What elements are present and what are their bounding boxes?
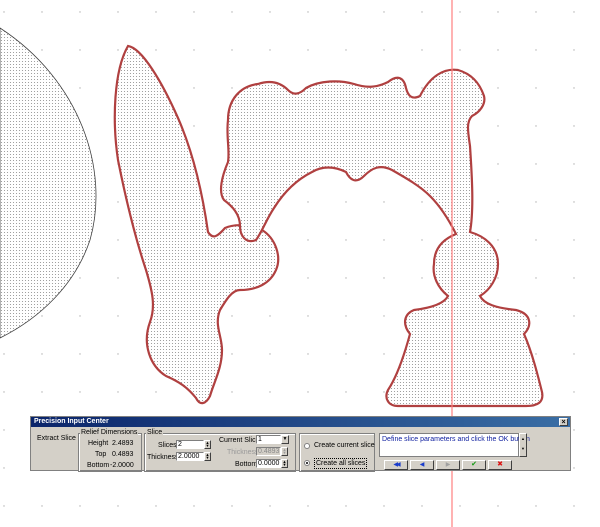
current-thickness-input: 0.4893 bbox=[256, 447, 281, 456]
height-value: 2.4893 bbox=[112, 440, 134, 447]
current-thickness-label: Thickness bbox=[227, 449, 259, 456]
current-slice-label: Current Slice bbox=[219, 437, 260, 444]
close-button[interactable]: × bbox=[559, 418, 568, 426]
extract-slice-label: Extract Slice bbox=[37, 435, 76, 442]
height-label: Height bbox=[88, 440, 109, 447]
slices-label: Slices bbox=[158, 442, 177, 449]
double-arrow-left-icon: ◀◀ bbox=[393, 462, 400, 468]
top-label: Top bbox=[95, 451, 107, 458]
cross-icon: ✖ bbox=[497, 461, 503, 468]
bottom-value: -2.0000 bbox=[110, 462, 134, 469]
slice-bottom-input[interactable]: 0.0000 bbox=[256, 459, 281, 468]
next-slice-button[interactable]: ▶ bbox=[436, 460, 460, 470]
first-slice-button[interactable]: ◀◀ bbox=[384, 460, 408, 470]
panel-title: Precision Input Center bbox=[34, 418, 109, 425]
create-all-label[interactable]: Create all slices bbox=[314, 458, 368, 469]
slice-bottom-spinner[interactable]: ▲ ▼ bbox=[281, 459, 288, 468]
create-all-radio[interactable] bbox=[304, 460, 310, 466]
chevron-down-icon[interactable]: ▼ bbox=[281, 435, 289, 444]
thickness-input[interactable]: 2.0000 bbox=[176, 452, 204, 461]
message-scrollbar[interactable]: ▲ ▼ bbox=[519, 433, 527, 457]
create-current-label[interactable]: Create current slice bbox=[314, 441, 375, 450]
previous-slice-button[interactable]: ◀ bbox=[410, 460, 434, 470]
slices-spinner[interactable]: ▲ ▼ bbox=[204, 440, 211, 449]
arrow-right-icon: ▶ bbox=[445, 462, 451, 468]
check-icon: ✔ bbox=[471, 461, 477, 468]
current-thickness-spinner: ▲ ▼ bbox=[281, 447, 288, 456]
thickness-label: Thickness bbox=[147, 454, 179, 461]
relief-dimensions-title: Relief Dimensions bbox=[80, 429, 139, 437]
slice-bottom-label: Bottom bbox=[235, 461, 258, 468]
slices-input[interactable]: 2 bbox=[176, 440, 204, 449]
current-slice-select[interactable]: 1 bbox=[256, 435, 281, 444]
instruction-message: Define slice parameters and click the OK… bbox=[379, 433, 530, 457]
precision-input-center: Precision Input Center × Extract Slice R… bbox=[30, 416, 571, 472]
arrow-left-icon: ◀ bbox=[419, 462, 425, 468]
ok-button[interactable]: ✔ bbox=[462, 460, 486, 470]
cancel-button[interactable]: ✖ bbox=[488, 460, 512, 470]
top-value: 0.4893 bbox=[112, 451, 134, 458]
slice-group-title: Slice bbox=[146, 429, 164, 437]
bottom-label: Bottom bbox=[87, 462, 110, 469]
thickness-spinner[interactable]: ▲ ▼ bbox=[204, 452, 211, 461]
create-current-radio[interactable] bbox=[304, 443, 310, 449]
panel-titlebar[interactable]: Precision Input Center × bbox=[31, 417, 570, 427]
